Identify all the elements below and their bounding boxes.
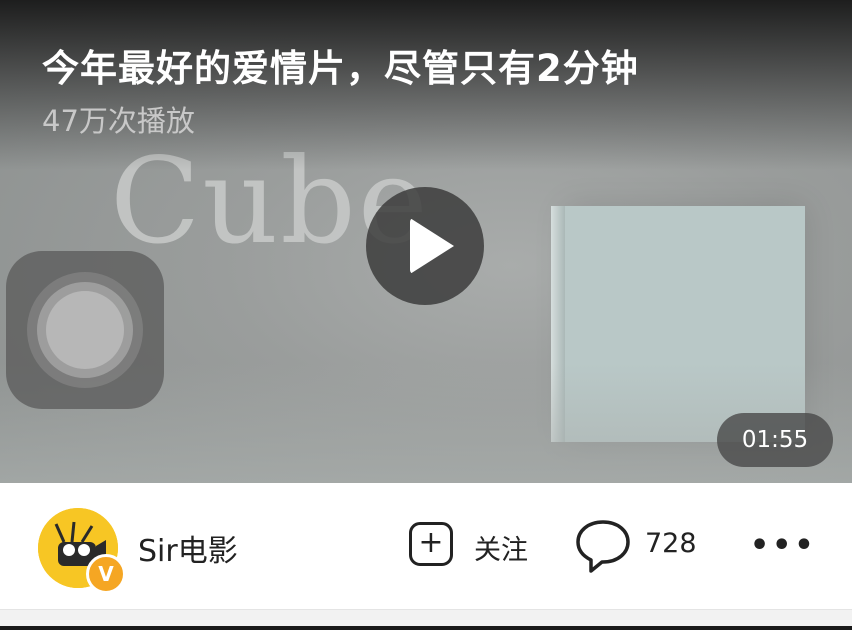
- play-icon: [410, 218, 454, 274]
- follow-button-label[interactable]: 关注: [474, 528, 528, 567]
- bottom-separator: [0, 609, 852, 627]
- duration-badge: 01:55: [717, 413, 833, 467]
- verified-badge-icon: V: [86, 554, 126, 594]
- assistive-touch-icon[interactable]: [6, 251, 164, 409]
- more-options-icon[interactable]: •••: [750, 528, 817, 563]
- play-button[interactable]: [366, 187, 484, 305]
- play-count: 47万次播放: [42, 104, 195, 138]
- comment-icon[interactable]: [574, 518, 632, 574]
- video-title[interactable]: 今年最好的爱情片，尽管只有2分钟: [42, 38, 639, 92]
- follow-plus-icon[interactable]: +: [409, 522, 453, 566]
- comment-count[interactable]: 728: [645, 528, 697, 559]
- author-name[interactable]: Sir电影: [138, 526, 238, 570]
- bottom-border: [0, 626, 852, 630]
- video-player[interactable]: Cube 今年最好的爱情片，尽管只有2分钟 47万次播放 01:55: [0, 0, 852, 483]
